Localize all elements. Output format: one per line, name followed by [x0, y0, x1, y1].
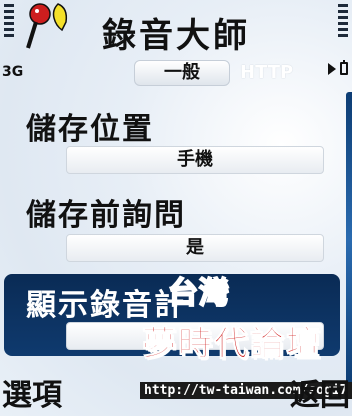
- watermark-forum: 夢時代論壇: [142, 324, 322, 365]
- tab-bar: 一般 HTTP: [0, 58, 352, 88]
- setting-label-save-location: 儲存位置: [26, 112, 154, 147]
- setting-value-save-location[interactable]: 手機: [66, 146, 324, 174]
- options-softkey[interactable]: 選項: [2, 370, 62, 414]
- recorder-settings-screen: 錄音大師 3G 一般 HTTP 儲存位置 手機 儲存前詢問 是 顯示錄音計 台灣…: [0, 0, 352, 416]
- back-softkey[interactable]: 返回: [290, 370, 350, 414]
- setting-value-ask-before-save[interactable]: 是: [66, 234, 324, 262]
- setting-label-ask-before-save: 儲存前詢問: [26, 198, 186, 233]
- tab-general[interactable]: 一般: [134, 60, 230, 86]
- tab-http[interactable]: HTTP: [240, 62, 293, 83]
- app-title: 錄音大師: [102, 16, 250, 56]
- scrollbar[interactable]: [346, 92, 352, 388]
- watermark-taiwan: 台灣: [167, 275, 230, 312]
